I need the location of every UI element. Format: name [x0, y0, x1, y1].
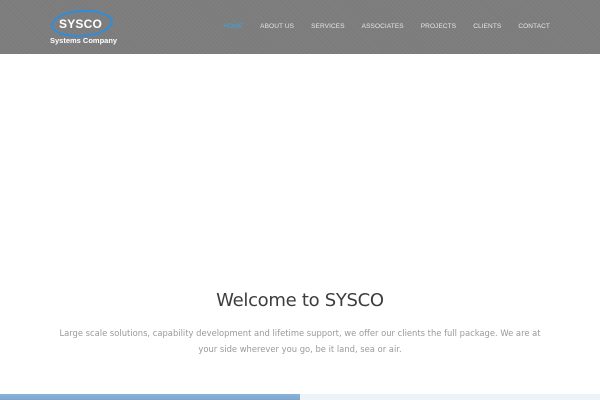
logo-tagline: Systems Company	[50, 36, 118, 45]
nav-item-home[interactable]: HOME	[223, 23, 243, 30]
hero-title: Welcome to SYSCO	[216, 290, 384, 311]
hero-text: Large scale solutions, capability develo…	[59, 328, 541, 354]
page: SYSCO Systems Company HOME ABOUT US SERV…	[0, 0, 600, 400]
site-header: SYSCO Systems Company HOME ABOUT US SERV…	[0, 0, 600, 54]
feature-image-left	[0, 394, 300, 400]
nav-item-projects[interactable]: PROJECTS	[421, 23, 456, 30]
nav-item-contact[interactable]: CONTACT	[518, 23, 550, 30]
nav-item-about-us[interactable]: ABOUT US	[260, 23, 294, 30]
nav-item-clients[interactable]: CLIENTS	[473, 23, 501, 30]
logo[interactable]: SYSCO Systems Company	[49, 7, 119, 48]
logo-name: SYSCO	[59, 17, 103, 31]
feature-image-right	[300, 394, 600, 400]
nav-item-services[interactable]: SERVICES	[311, 23, 345, 30]
main-nav: HOME ABOUT US SERVICES ASSOCIATES PROJEC…	[206, 23, 550, 30]
nav-item-associates[interactable]: ASSOCIATES	[362, 23, 404, 30]
